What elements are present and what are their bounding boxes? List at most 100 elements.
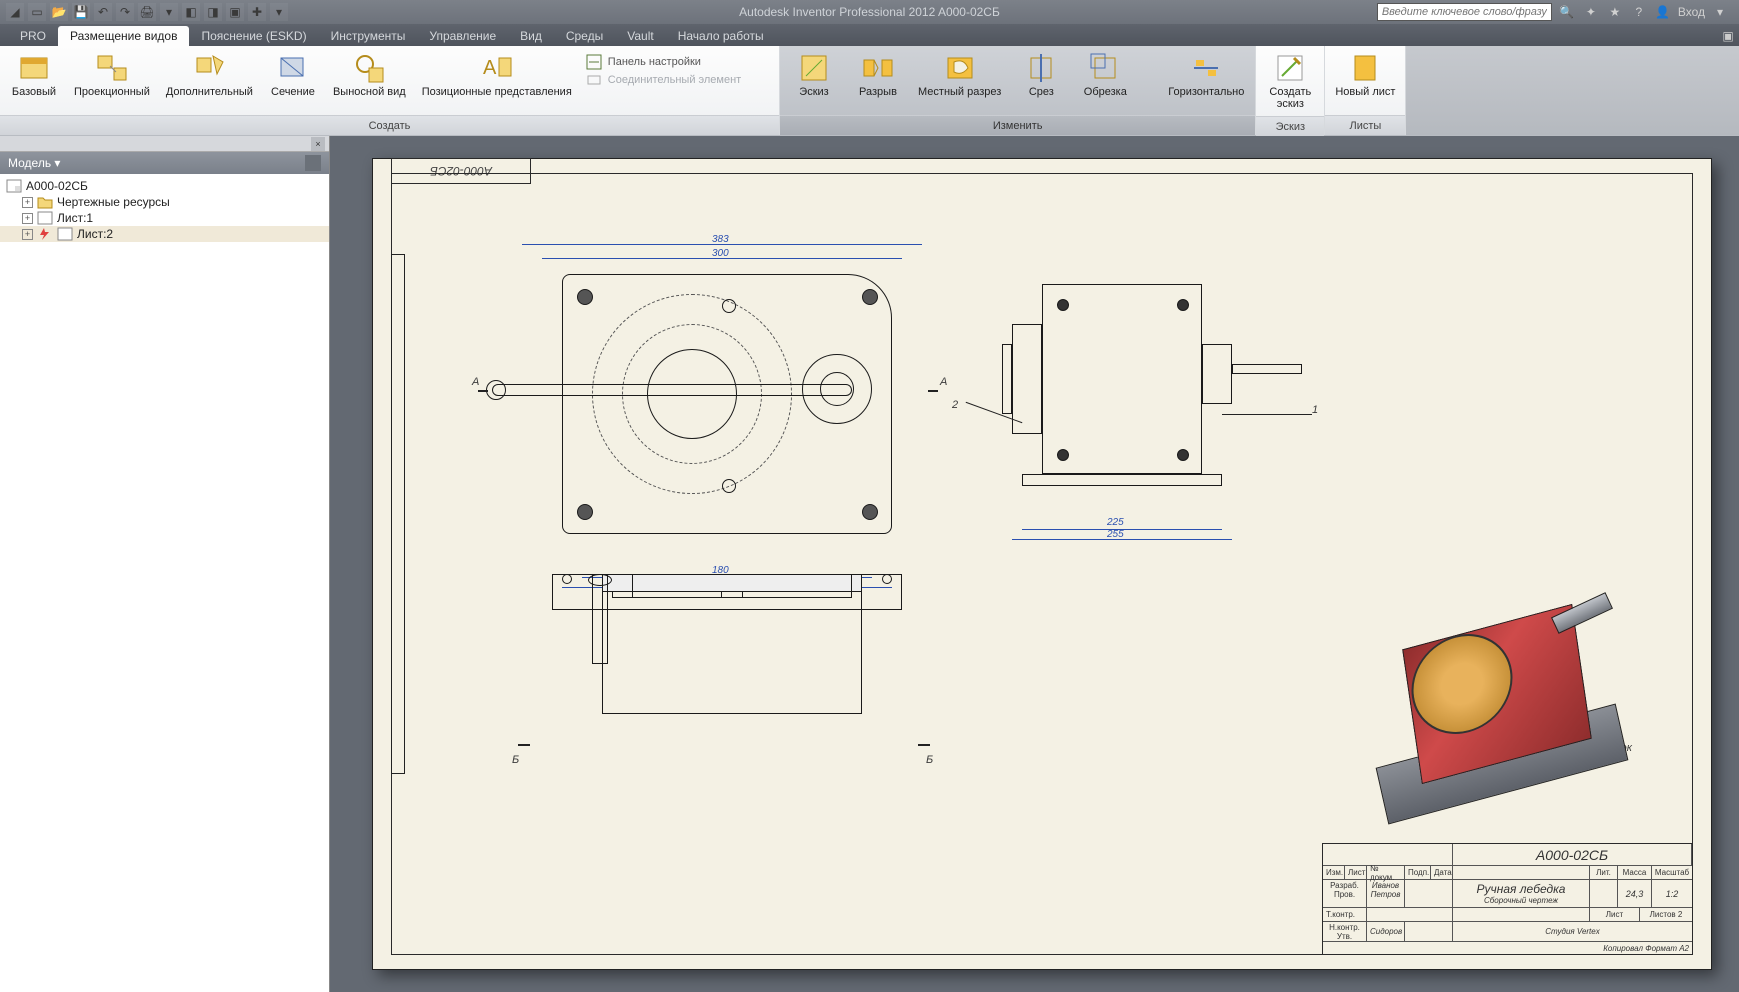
browser-tree: A000-02СБ + Чертежные ресурсы + Лист:1 +… bbox=[0, 174, 329, 992]
expand-icon[interactable]: + bbox=[22, 197, 33, 208]
slice-button[interactable]: Срез bbox=[1011, 50, 1071, 100]
view-side[interactable]: 225 255 bbox=[1002, 264, 1302, 524]
search-input[interactable] bbox=[1377, 3, 1552, 21]
horizontal-icon bbox=[1190, 52, 1222, 84]
tab-tools[interactable]: Инструменты bbox=[319, 26, 418, 46]
nailboard-button[interactable]: Панель настройки bbox=[586, 54, 758, 70]
detail-view-icon bbox=[353, 52, 385, 84]
breakout-icon bbox=[944, 52, 976, 84]
browser-header[interactable]: Модель ▾ bbox=[0, 152, 329, 174]
panel-sketch: Создать эскиз Эскиз bbox=[1256, 46, 1325, 135]
save-icon[interactable]: 💾 bbox=[72, 3, 90, 21]
overlay-view-icon: A bbox=[481, 52, 513, 84]
drawing-canvas[interactable]: А000-02СБ 383 300 bbox=[330, 136, 1739, 992]
ribbon-collapse-icon[interactable]: ▣ bbox=[1717, 26, 1739, 46]
tab-environments[interactable]: Среды bbox=[554, 26, 615, 46]
tree-resources[interactable]: + Чертежные ресурсы bbox=[0, 194, 329, 210]
section-view-button[interactable]: Сечение bbox=[263, 50, 323, 100]
base-view-button[interactable]: Базовый bbox=[4, 50, 64, 100]
app-menu-icon[interactable]: ◢ bbox=[6, 3, 24, 21]
title-bar: ◢ ▭ 📂 💾 ↶ ↷ 🖨 ▾ ◧ ◨ ▣ ✚ ▾ Autodesk Inven… bbox=[0, 0, 1739, 24]
new-icon[interactable]: ▭ bbox=[28, 3, 46, 21]
title-block[interactable]: А000-02СБ Изм. Лист № докум. Подп. Дата … bbox=[1322, 843, 1692, 954]
overlay-view-button[interactable]: AПозиционные представления bbox=[416, 50, 578, 100]
horizontal-button[interactable]: Горизонтально bbox=[1161, 50, 1251, 100]
ribbon-tabstrip: PRO Размещение видов Пояснение (ESKD) Ин… bbox=[0, 24, 1739, 46]
detail-view-button[interactable]: Выносной вид bbox=[327, 50, 412, 100]
login-link[interactable]: Вход bbox=[1678, 5, 1705, 19]
open-icon[interactable]: 📂 bbox=[50, 3, 68, 21]
qat-icon-3[interactable]: ▣ bbox=[226, 3, 244, 21]
view-front[interactable]: Б Б bbox=[542, 574, 912, 874]
tab-pro[interactable]: PRO bbox=[8, 26, 58, 46]
svg-text:A: A bbox=[483, 57, 497, 79]
create-sketch-icon bbox=[1274, 52, 1306, 84]
tree-root[interactable]: A000-02СБ bbox=[0, 178, 329, 194]
new-sheet-icon bbox=[1349, 52, 1381, 84]
browser-tabbar: × bbox=[0, 136, 329, 152]
create-sketch-button[interactable]: Создать эскиз bbox=[1260, 50, 1320, 112]
login-chevron-icon[interactable]: ▾ bbox=[1711, 3, 1729, 21]
sketch-icon bbox=[798, 52, 830, 84]
crop-icon bbox=[1089, 52, 1121, 84]
auxiliary-view-button[interactable]: Дополнительный bbox=[160, 50, 259, 100]
tab-vault[interactable]: Vault bbox=[615, 26, 665, 46]
dim-300: 300 bbox=[712, 248, 729, 259]
tab-annotation[interactable]: Пояснение (ESKD) bbox=[189, 26, 318, 46]
panel-edit-title: Изменить bbox=[780, 115, 1255, 135]
break-icon bbox=[862, 52, 894, 84]
tab-getstarted[interactable]: Начало работы bbox=[666, 26, 776, 46]
browser-close-icon[interactable]: × bbox=[311, 137, 325, 151]
bolt-icon bbox=[37, 227, 53, 241]
tree-sheet2[interactable]: + Лист:2 bbox=[0, 226, 329, 242]
qat-icon-4[interactable]: ✚ bbox=[248, 3, 266, 21]
dim-255: 255 bbox=[1107, 529, 1124, 540]
user-icon[interactable]: 👤 bbox=[1654, 3, 1672, 21]
dim-383: 383 bbox=[712, 234, 729, 245]
projected-view-button[interactable]: Проекционный bbox=[68, 50, 156, 100]
help-icon[interactable]: ? bbox=[1630, 3, 1648, 21]
base-view-icon bbox=[18, 52, 50, 84]
panel-create: Базовый Проекционный Дополнительный Сече… bbox=[0, 46, 780, 135]
breakout-button[interactable]: Местный разрез bbox=[912, 50, 1007, 100]
crop-button[interactable]: Обрезка bbox=[1075, 50, 1135, 100]
callout-2: 2 bbox=[952, 399, 958, 411]
panel-sheets: Новый лист Листы bbox=[1325, 46, 1406, 135]
new-sheet-button[interactable]: Новый лист bbox=[1329, 50, 1401, 100]
tab-view[interactable]: Вид bbox=[508, 26, 554, 46]
main-area: × Модель ▾ A000-02СБ + Чертежные ресурсы… bbox=[0, 136, 1739, 992]
redo-icon[interactable]: ↷ bbox=[116, 3, 134, 21]
view-top[interactable]: 383 300 bbox=[522, 244, 922, 564]
auxiliary-view-icon bbox=[193, 52, 225, 84]
star-icon[interactable]: ★ bbox=[1606, 3, 1624, 21]
panel-edit: Эскиз Разрыв Местный разрез Срез Обрезка… bbox=[780, 46, 1256, 135]
isometric-render[interactable] bbox=[1372, 564, 1642, 824]
qat-icon-1[interactable]: ◧ bbox=[182, 3, 200, 21]
ribbon: Базовый Проекционный Дополнительный Сече… bbox=[0, 46, 1739, 136]
drawing-icon bbox=[6, 179, 22, 193]
qat-chevron-icon[interactable]: ▾ bbox=[270, 3, 288, 21]
marker-A-left: А bbox=[472, 376, 479, 388]
projected-view-icon bbox=[96, 52, 128, 84]
binoculars-icon[interactable]: 🔍 bbox=[1558, 3, 1576, 21]
panel-sheets-title: Листы bbox=[1325, 115, 1405, 135]
nailboard-icon bbox=[586, 54, 602, 70]
break-button[interactable]: Разрыв bbox=[848, 50, 908, 100]
expand-icon[interactable]: + bbox=[22, 229, 33, 240]
drawing-sheet[interactable]: А000-02СБ 383 300 bbox=[372, 158, 1712, 970]
undo-icon[interactable]: ↶ bbox=[94, 3, 112, 21]
expand-icon[interactable]: + bbox=[22, 213, 33, 224]
tree-sheet1[interactable]: + Лист:1 bbox=[0, 210, 329, 226]
sheet-icon bbox=[37, 211, 53, 225]
tab-manage[interactable]: Управление bbox=[417, 26, 508, 46]
print-icon[interactable]: 🖨 bbox=[138, 3, 156, 21]
folder-icon bbox=[37, 195, 53, 209]
browser-filter-icon[interactable] bbox=[305, 155, 321, 171]
tab-placement[interactable]: Размещение видов bbox=[58, 26, 189, 46]
marker-A-right: А bbox=[940, 376, 947, 388]
panel-create-title: Создать bbox=[0, 115, 779, 135]
comm-icon[interactable]: ✦ bbox=[1582, 3, 1600, 21]
qat-icon-2[interactable]: ◨ bbox=[204, 3, 222, 21]
qat-more-icon[interactable]: ▾ bbox=[160, 3, 178, 21]
sketch-button[interactable]: Эскиз bbox=[784, 50, 844, 100]
